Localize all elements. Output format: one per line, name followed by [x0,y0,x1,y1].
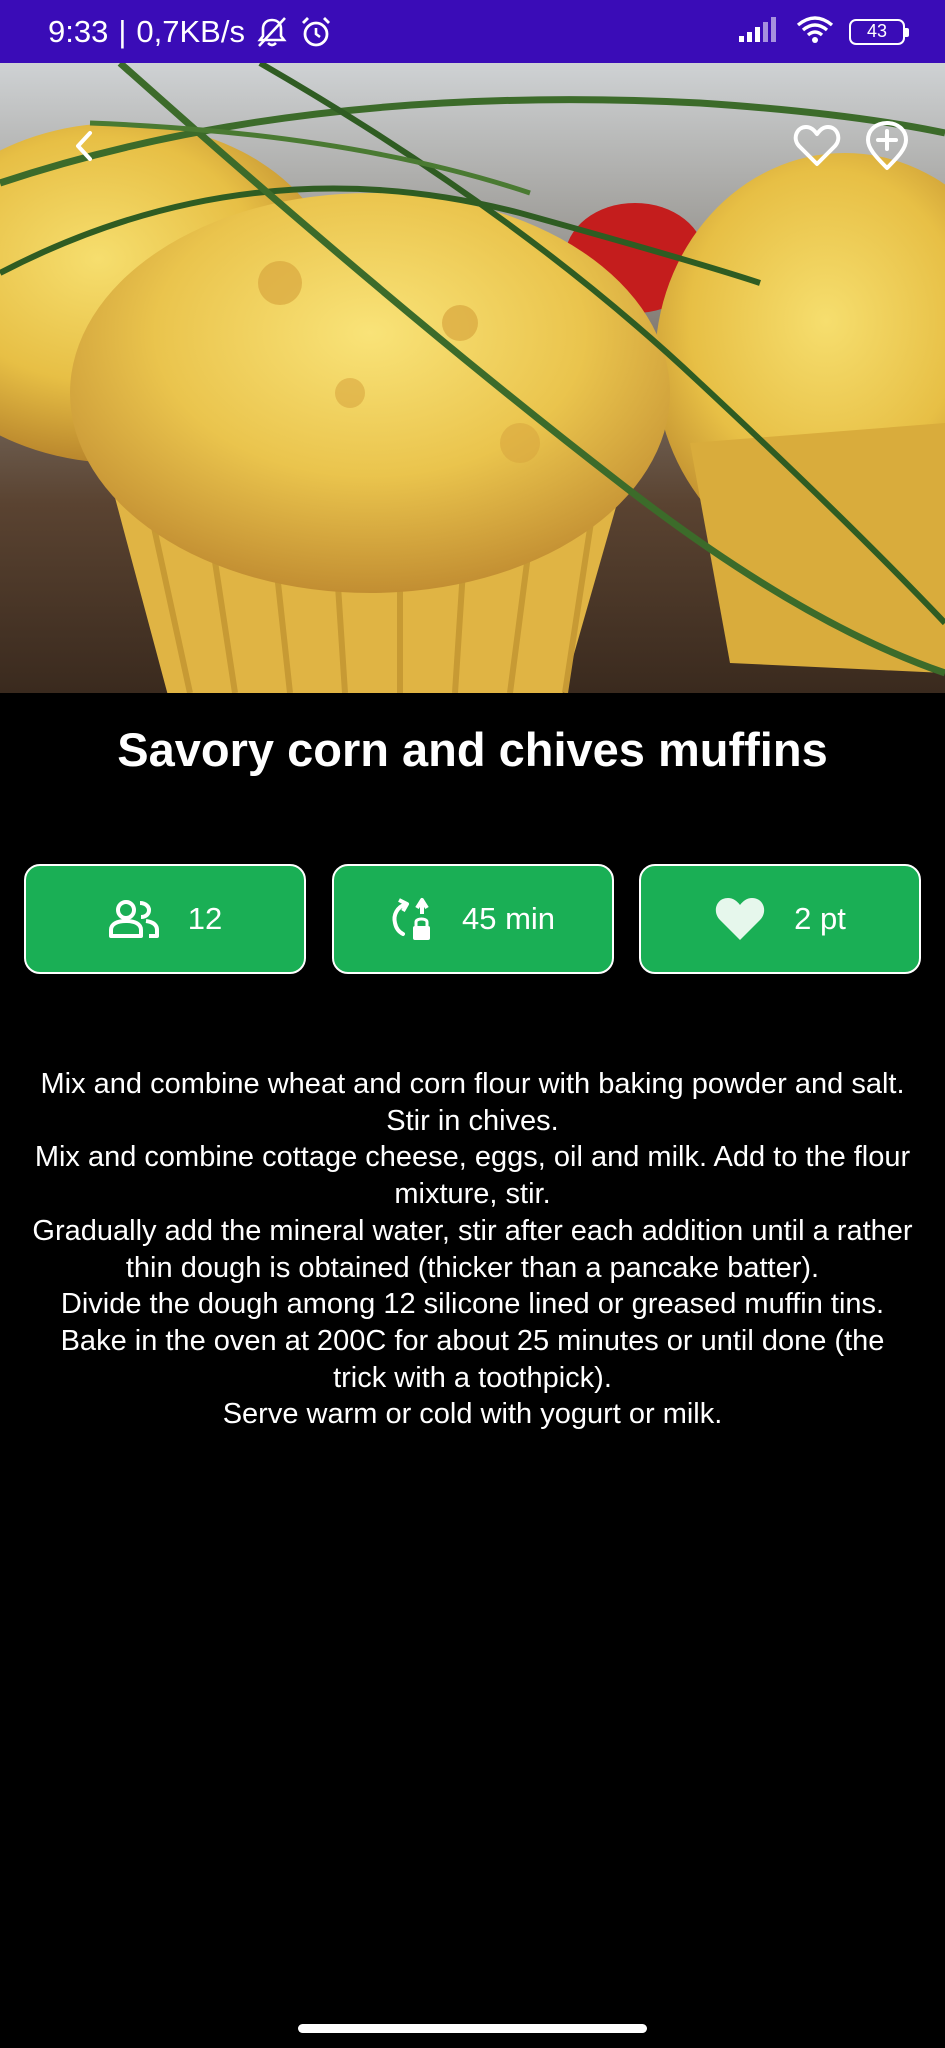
back-button[interactable] [55,118,115,178]
status-right: 43 [737,14,909,49]
status-bar: 9:33 | 0,7KB/s 43 [0,0,945,63]
servings-value: 12 [187,901,223,936]
add-circle-icon [865,120,909,176]
time-value: 45 min [461,901,556,936]
time-card[interactable]: 45 min [331,864,614,974]
recipe-instructions: Mix and combine wheat and corn flour wit… [30,1066,915,1433]
add-to-list-button[interactable] [857,118,917,178]
mute-bell-icon [255,16,289,48]
home-indicator[interactable] [298,2024,647,2033]
recipe-hero-image [0,63,945,693]
network-speed: 0,7KB/s [136,13,245,49]
battery-icon: 43 [849,18,909,45]
instruction-step: Mix and combine wheat and corn flour wit… [40,1068,905,1137]
status-left: 9:33 | 0,7KB/s [48,14,333,50]
back-icon [70,128,100,169]
signal-icon [737,14,781,49]
instruction-step: Gradually add the mineral water, stir af… [32,1214,913,1284]
status-separator: | [118,13,127,49]
timer-lock-icon [390,896,434,942]
servings-card[interactable]: 12 [24,864,306,974]
heart-filled-icon [714,896,766,942]
points-card[interactable]: 2 pt [639,864,921,974]
wifi-icon [795,14,835,49]
instruction-step: Mix and combine cottage cheese, eggs, oi… [34,1141,911,1211]
points-value: 2 pt [794,901,846,936]
instruction-step: Serve warm or cold with yogurt or milk. [222,1398,723,1431]
favorite-button[interactable] [787,118,847,178]
instruction-step: Bake in the oven at 200C for about 25 mi… [60,1324,885,1394]
people-icon [108,899,160,939]
alarm-icon [299,15,333,49]
instruction-step: Divide the dough among 12 silicone lined… [60,1288,885,1321]
recipe-title: Savory corn and chives muffins [117,723,828,776]
heart-outline-icon [793,124,841,173]
status-time: 9:33 [48,13,109,49]
battery-level: 43 [866,21,888,41]
recipe-info-row: 12 45 min 2 pt [24,864,921,974]
